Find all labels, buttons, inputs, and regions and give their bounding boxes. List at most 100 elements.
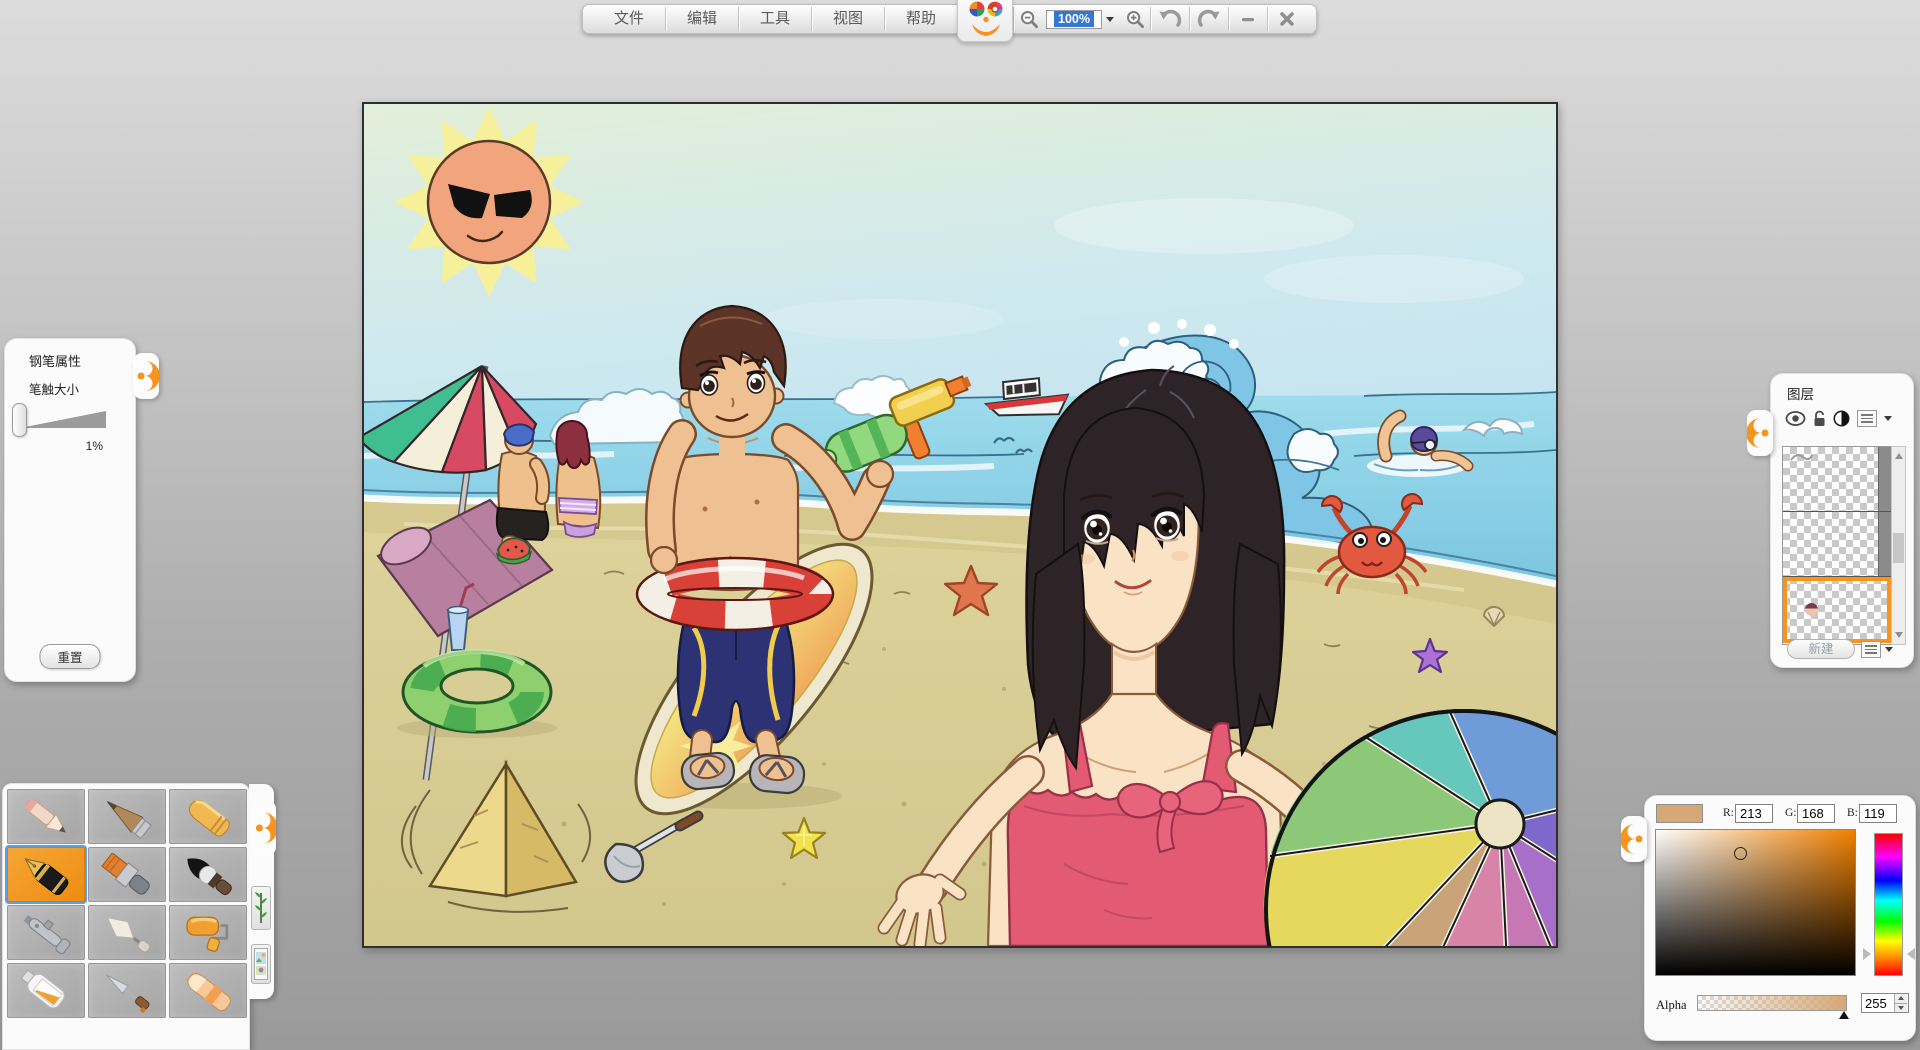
scroll-thumb[interactable] <box>1893 533 1904 563</box>
layer-controls <box>1785 410 1892 427</box>
hue-slider[interactable] <box>1874 833 1903 976</box>
layer-item-2[interactable] <box>1783 512 1891 577</box>
app-logo <box>957 5 1013 33</box>
menu-view[interactable]: 视图 <box>812 5 884 33</box>
scroll-down-arrow[interactable] <box>1895 632 1903 638</box>
panel-ear-tab[interactable] <box>252 800 276 856</box>
picture-icon <box>254 948 268 980</box>
girl-hair-left-lock <box>1033 544 1085 768</box>
panel-ear-tab[interactable] <box>133 353 159 399</box>
brush-flat-brush[interactable] <box>88 847 166 902</box>
scroll-up-arrow[interactable] <box>1895 453 1903 459</box>
alpha-value-box <box>1861 993 1909 1013</box>
alpha-slider[interactable] <box>1697 995 1847 1011</box>
brush-paint-tube[interactable] <box>7 963 85 1018</box>
menu-tools[interactable]: 工具 <box>739 5 811 33</box>
green-label: G: <box>1785 807 1797 819</box>
menu-file[interactable]: 文件 <box>593 5 665 33</box>
menu-edit[interactable]: 编辑 <box>666 5 738 33</box>
red-label: R: <box>1723 807 1734 819</box>
brush-paint-roller[interactable] <box>169 905 247 960</box>
alpha-spinner <box>1894 994 1907 1012</box>
cloud <box>764 299 1004 339</box>
alpha-marker[interactable] <box>1839 1011 1849 1019</box>
brush-size-slider[interactable] <box>20 411 106 428</box>
brush-palette-panel <box>2 783 250 1050</box>
layers-panel-title: 图层 <box>1787 383 1814 403</box>
hue-arrow-left[interactable] <box>1863 948 1871 960</box>
layers-panel: 图层 新建 <box>1770 373 1914 668</box>
current-color-swatch <box>1656 804 1703 823</box>
layer-scrollbar[interactable] <box>1891 446 1906 645</box>
zoom-level-value: 100% <box>1054 11 1094 27</box>
brush-airbrush[interactable] <box>7 905 85 960</box>
reset-button[interactable]: 重置 <box>39 644 100 669</box>
redo-button[interactable] <box>1190 6 1228 32</box>
undo-button[interactable] <box>1151 6 1189 32</box>
clown-logo-icon <box>957 0 1013 42</box>
plant-stamp-button[interactable] <box>251 886 271 930</box>
panel-ear-tab[interactable] <box>1747 410 1773 456</box>
visibility-eye-icon[interactable] <box>1785 411 1806 426</box>
layer-thumbnail-face <box>1805 603 1818 616</box>
layer-item-1[interactable] <box>1783 447 1891 512</box>
alpha-label: Alpha <box>1656 998 1687 1013</box>
zoom-in-icon <box>1126 10 1145 29</box>
brush-liner-brush[interactable] <box>88 963 166 1018</box>
zoom-out-button[interactable] <box>1014 6 1044 32</box>
zoom-dropdown-caret[interactable] <box>1106 17 1114 22</box>
alpha-spin-up[interactable] <box>1895 994 1907 1003</box>
opacity-contrast-icon[interactable] <box>1833 410 1850 427</box>
brush-eraser[interactable] <box>169 963 247 1018</box>
minimize-button[interactable] <box>1229 6 1267 32</box>
saturation-value-picker[interactable] <box>1655 829 1856 976</box>
alpha-spin-down[interactable] <box>1895 1003 1907 1013</box>
red-input[interactable] <box>1735 804 1773 823</box>
canvas-painting[interactable] <box>362 102 1558 948</box>
brush-size-slider-handle[interactable] <box>12 403 27 437</box>
sv-cursor[interactable] <box>1734 847 1747 860</box>
color-picker-panel: R: G: B: Alpha <box>1644 795 1916 1041</box>
brush-sharp-pencil[interactable] <box>7 789 85 844</box>
zoom-out-icon <box>1020 10 1039 29</box>
brush-fountain-pen[interactable] <box>7 847 85 902</box>
brush-crayon[interactable] <box>169 789 247 844</box>
zoom-in-button[interactable] <box>1120 6 1150 32</box>
layer-scribble <box>1789 451 1813 465</box>
layers-bottom-menu-button[interactable] <box>1861 641 1881 658</box>
brush-ink-brush[interactable] <box>169 847 247 902</box>
cloud <box>1264 255 1524 303</box>
plant-icon <box>254 890 268 926</box>
minimize-icon <box>1239 10 1257 28</box>
redo-icon <box>1197 9 1221 30</box>
blue-input[interactable] <box>1859 804 1897 823</box>
lock-icon[interactable] <box>1813 410 1826 427</box>
layer-item-3-selected[interactable] <box>1783 577 1891 643</box>
hue-arrow-right[interactable] <box>1907 948 1915 960</box>
new-layer-button[interactable]: 新建 <box>1787 639 1855 659</box>
pen-properties-panel: 钢笔属性 笔触大小 1% 重置 <box>4 338 136 682</box>
brush-size-value: 1% <box>67 439 103 453</box>
brush-palette-knife[interactable] <box>88 905 166 960</box>
blue-label: B: <box>1847 807 1858 819</box>
close-icon <box>1278 10 1296 28</box>
watermelon-slice <box>497 538 531 563</box>
layer-menu-caret[interactable] <box>1884 416 1892 421</box>
brush-wood-pencil[interactable] <box>88 789 166 844</box>
green-input[interactable] <box>1797 804 1835 823</box>
layer-menu-button[interactable] <box>1857 410 1877 427</box>
layers-bottom-menu-caret[interactable] <box>1885 647 1893 652</box>
zoom-level-field[interactable]: 100% <box>1046 10 1102 29</box>
panel-ear-tab[interactable] <box>1621 816 1647 862</box>
brush-grid <box>7 789 247 1018</box>
picture-stamp-button[interactable] <box>251 944 271 984</box>
brush-side-strip <box>249 784 274 999</box>
beach-scene <box>364 104 1556 946</box>
menu-help[interactable]: 帮助 <box>885 5 957 33</box>
green-swim-ring <box>397 652 557 738</box>
alpha-input[interactable] <box>1862 994 1894 1012</box>
layer-list <box>1782 446 1892 645</box>
main-toolbar: 文件 编辑 工具 视图 帮助 100% <box>582 4 1317 34</box>
pen-panel-title: 钢笔属性 <box>29 351 81 370</box>
close-button[interactable] <box>1268 6 1306 32</box>
